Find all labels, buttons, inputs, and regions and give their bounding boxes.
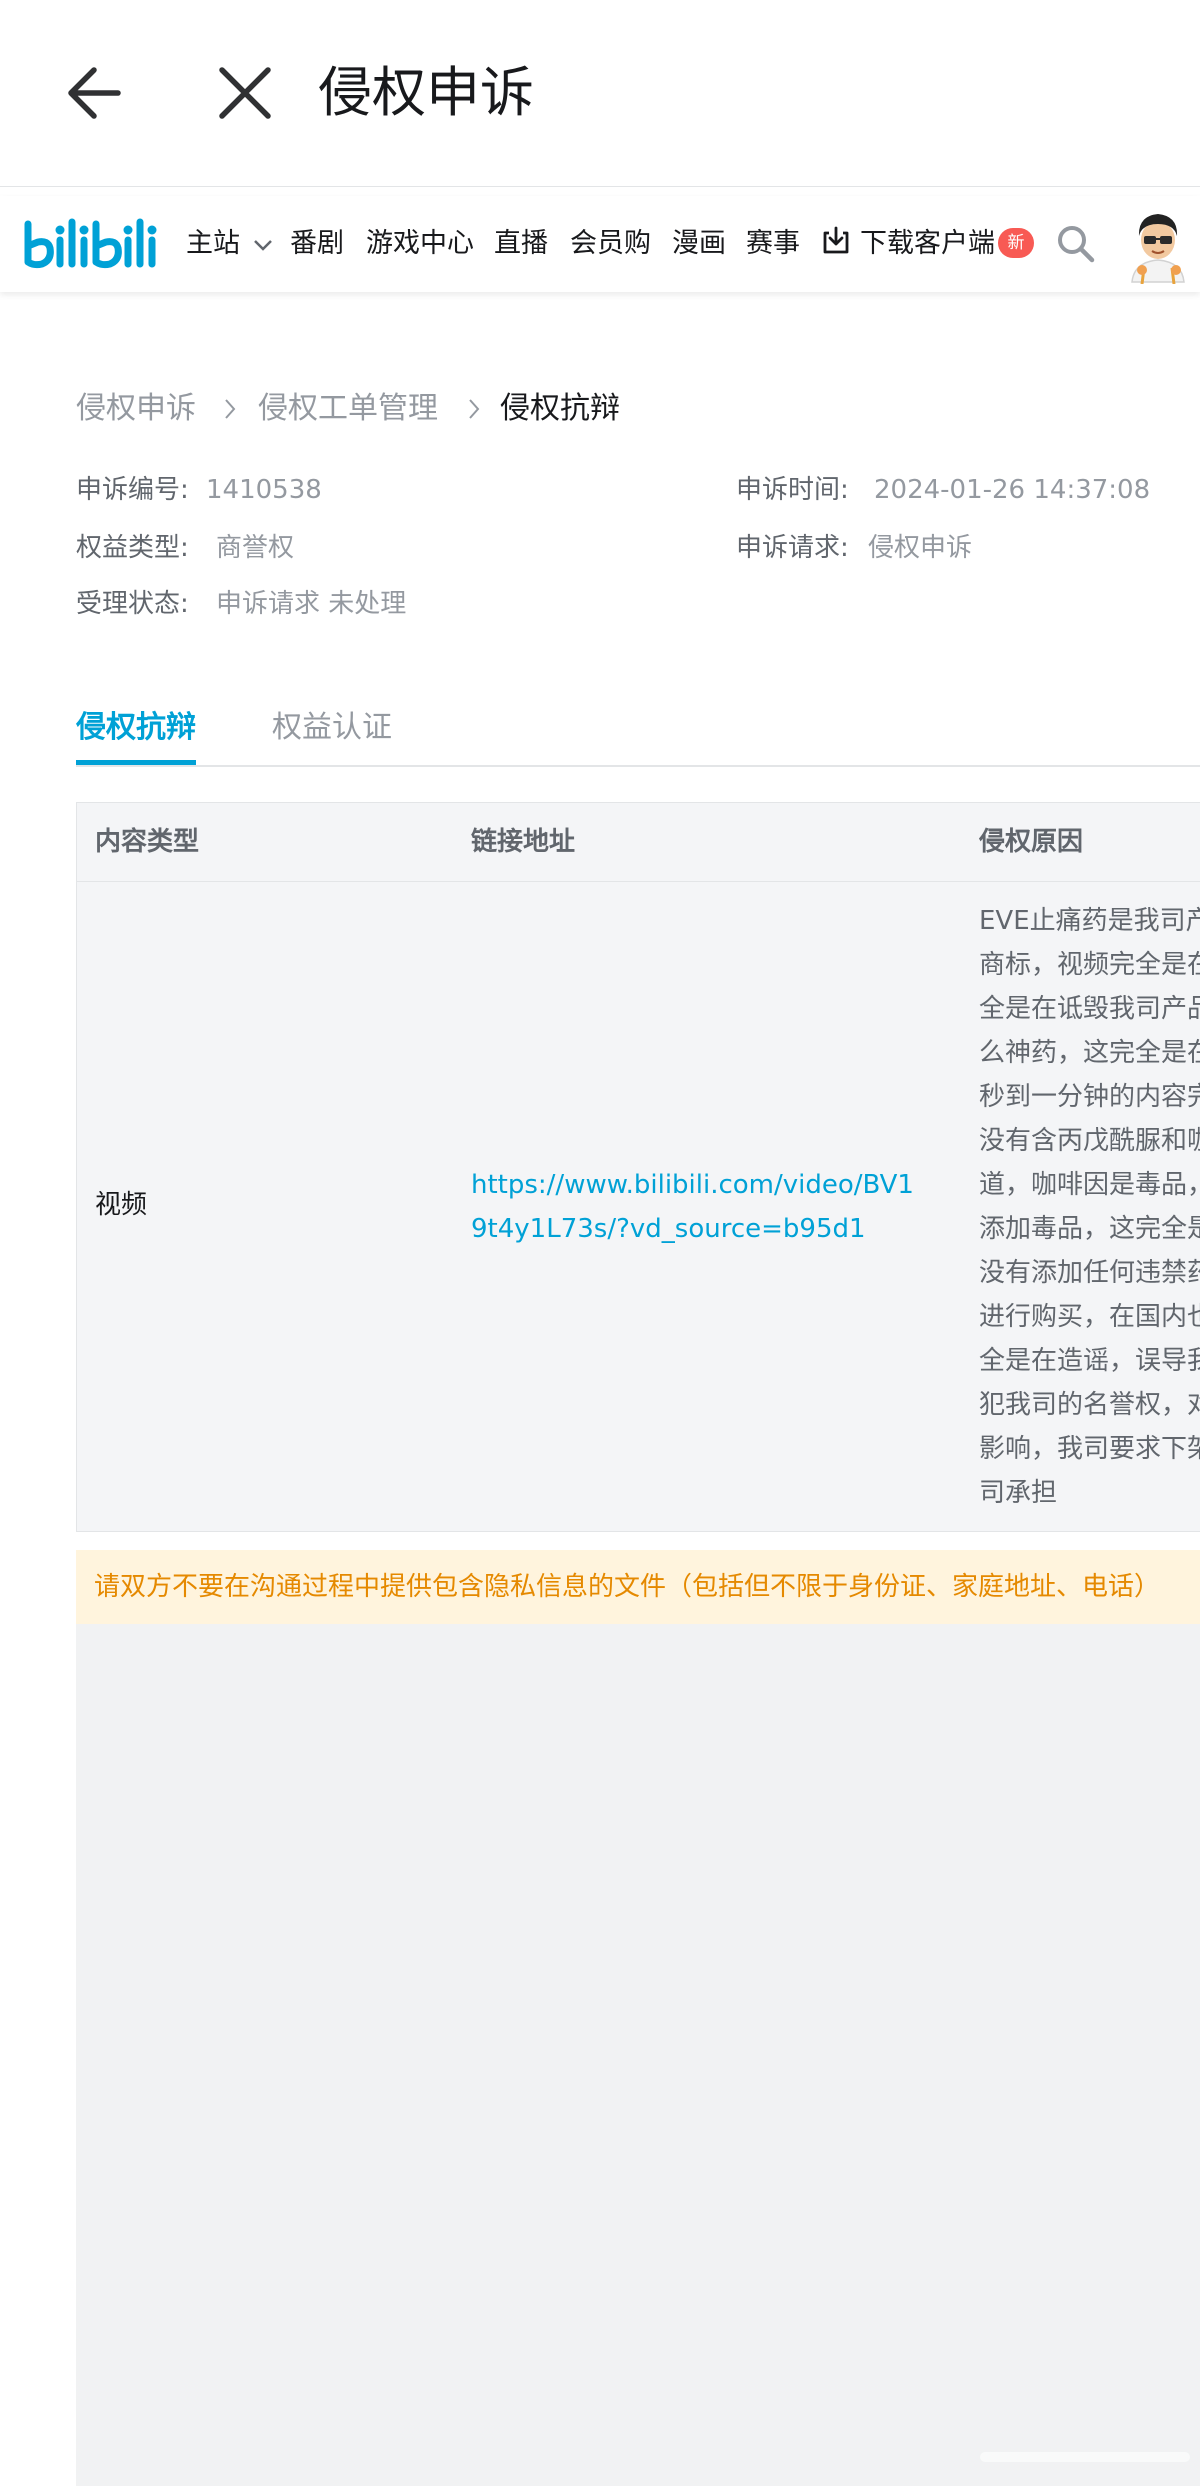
nav-esports[interactable]: 赛事 [746,218,800,270]
download-icon [823,226,849,254]
reason-line: 没有含丙戊酰脲和咖 [979,1126,1200,1156]
bilibili-logo[interactable] [20,210,160,278]
new-badge: 新 [998,228,1034,258]
download-client-label: 下载客户端 [860,228,995,259]
request-value: 侵权申诉 [868,533,973,563]
table-header-row: 内容类型 链接地址 侵权原因 [77,803,1200,882]
communication-area [76,1624,1200,2486]
complaint-no-label: 申诉编号: [76,475,189,505]
column-header-reason: 侵权原因 [979,827,1084,857]
reason-line: 没有添加任何违禁药 [979,1258,1200,1288]
reason-line: 添加毒品，这完全是 [979,1214,1200,1244]
cell-video-link[interactable]: https://www.bilibili.com/video/BV19t4y1L… [471,1163,921,1251]
cell-content-type: 视频 [95,1190,148,1220]
status-label: 受理状态: [76,589,189,619]
home-indicator[interactable] [980,2452,1190,2462]
back-arrow-icon[interactable] [60,58,130,128]
reason-line: 全是在造谣，误导我 [979,1346,1200,1376]
nav-main-station[interactable]: 主站 [186,218,273,270]
nav-membership-shop[interactable]: 会员购 [570,218,651,270]
reason-line: 道，咖啡因是毒品， [979,1170,1200,1200]
cell-infringement-reason: EVE止痛药是我司产 商标，视频完全是在 全是在诋毁我司产品 么神药，这完全是在… [979,899,1200,1515]
chevron-right-icon [225,399,236,419]
user-avatar[interactable] [1120,204,1196,284]
chevron-right-icon [469,399,480,419]
complaint-time-value: 2024-01-26 14:37:08 [874,475,1151,505]
rights-type-label: 权益类型: [76,533,189,563]
breadcrumb-infringement-complaint[interactable]: 侵权申诉 [76,386,196,432]
close-icon[interactable] [210,58,280,128]
nav-download-client[interactable]: 下载客户端 [820,218,995,270]
infringement-table: 内容类型 链接地址 侵权原因 视频 https://www.bilibili.c… [76,802,1200,1532]
search-icon[interactable] [1054,222,1098,266]
app-bar: 侵权申诉 [0,0,1200,187]
status-value: 申诉请求 未处理 [216,589,407,619]
active-tab-indicator [76,760,196,765]
tab-divider [76,765,1200,767]
reason-line: 秒到一分钟的内容完 [979,1082,1200,1112]
reason-line: 犯我司的名誉权，对 [979,1390,1200,1420]
reason-line: 商标，视频完全是在 [979,950,1200,980]
nav-live[interactable]: 直播 [494,218,548,270]
nav-main-station-label: 主站 [186,228,240,259]
column-header-content-type: 内容类型 [95,827,200,857]
complaint-time-label: 申诉时间: [736,475,849,505]
reason-line: 进行购买，在国内也 [979,1302,1200,1332]
reason-line: 影响，我司要求下架 [979,1434,1200,1464]
privacy-notice: 请双方不要在沟通过程中提供包含隐私信息的文件（包括但不限于身份证、家庭地址、电话… [76,1550,1200,1624]
chevron-down-icon [253,239,272,251]
complaint-no-value: 1410538 [206,475,322,505]
nav-game-center[interactable]: 游戏中心 [366,218,474,270]
privacy-notice-text: 请双方不要在沟通过程中提供包含隐私信息的文件（包括但不限于身份证、家庭地址、电话… [94,1572,1161,1602]
tab-rights-certification[interactable]: 权益认证 [272,704,392,752]
breadcrumb-current-defense: 侵权抗辩 [500,391,620,426]
request-label: 申诉请求: [736,533,849,563]
reason-line: EVE止痛药是我司产 [979,906,1200,936]
column-header-link-address: 链接地址 [471,827,576,857]
nav-manga[interactable]: 漫画 [672,218,726,270]
reason-line: 么神药，这完全是在 [979,1038,1200,1068]
bilibili-header: 主站 番剧 游戏中心 直播 会员购 漫画 赛事 下载客户端 新 [0,196,1200,292]
page-title: 侵权申诉 [318,61,534,124]
rights-type-value: 商誉权 [216,533,295,563]
reason-line: 司承担 [979,1478,1058,1508]
nav-bangumi[interactable]: 番剧 [290,218,344,270]
tab-infringement-defense[interactable]: 侵权抗辩 [76,704,196,752]
reason-line: 全是在诋毁我司产品 [979,994,1200,1024]
breadcrumb-ticket-management[interactable]: 侵权工单管理 [258,386,438,432]
